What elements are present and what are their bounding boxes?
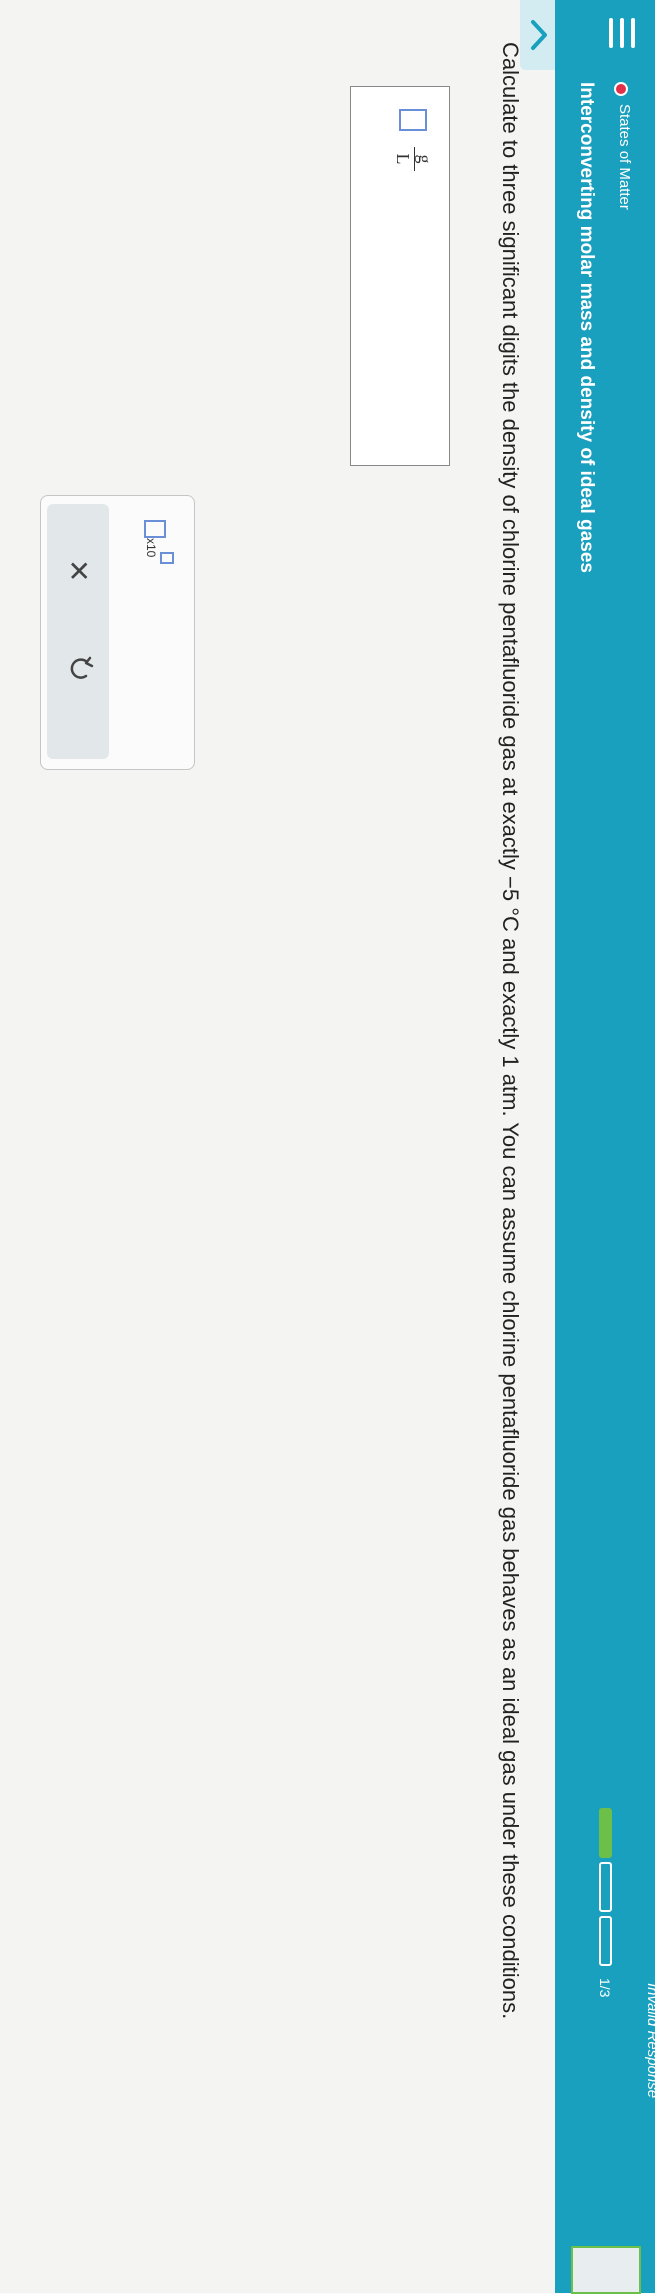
header-bar: States of Matter Interconverting molar m… [555,0,655,2294]
menu-icon[interactable] [607,18,635,48]
mantissa-box-icon [144,520,166,538]
page-stage: States of Matter Interconverting molar m… [0,0,655,2294]
progress-segment [599,1916,612,1966]
progress-segment-completed [599,1808,612,1858]
math-tool-panel: x10 ✕ [40,495,195,770]
corner-button[interactable] [571,2246,641,2294]
chevron-up-icon [531,20,547,50]
scientific-notation-button[interactable]: x10 [136,520,176,580]
tool-strip: ✕ [47,504,109,759]
progress-count: 1/3 [597,1978,613,1998]
question-text: Calculate to three significant digits th… [498,42,523,2020]
close-icon[interactable]: ✕ [62,559,95,582]
unit-numerator: g [414,147,435,171]
progress-bar [599,1808,612,1966]
page-title: Interconverting molar mass and density o… [576,82,597,573]
unit-denominator: L [393,153,413,165]
unit-fraction: g L [392,147,435,171]
answer-input[interactable] [399,109,427,131]
exponent-box-icon [160,552,174,564]
progress-segment [599,1862,612,1912]
undo-icon[interactable] [65,654,95,684]
partial-header-text: Invalid Response [644,1983,655,2099]
topic-status-dot [614,82,628,96]
x10-label: x10 [144,538,158,558]
answer-box: g L [350,86,450,466]
topic-label: States of Matter [616,104,633,210]
